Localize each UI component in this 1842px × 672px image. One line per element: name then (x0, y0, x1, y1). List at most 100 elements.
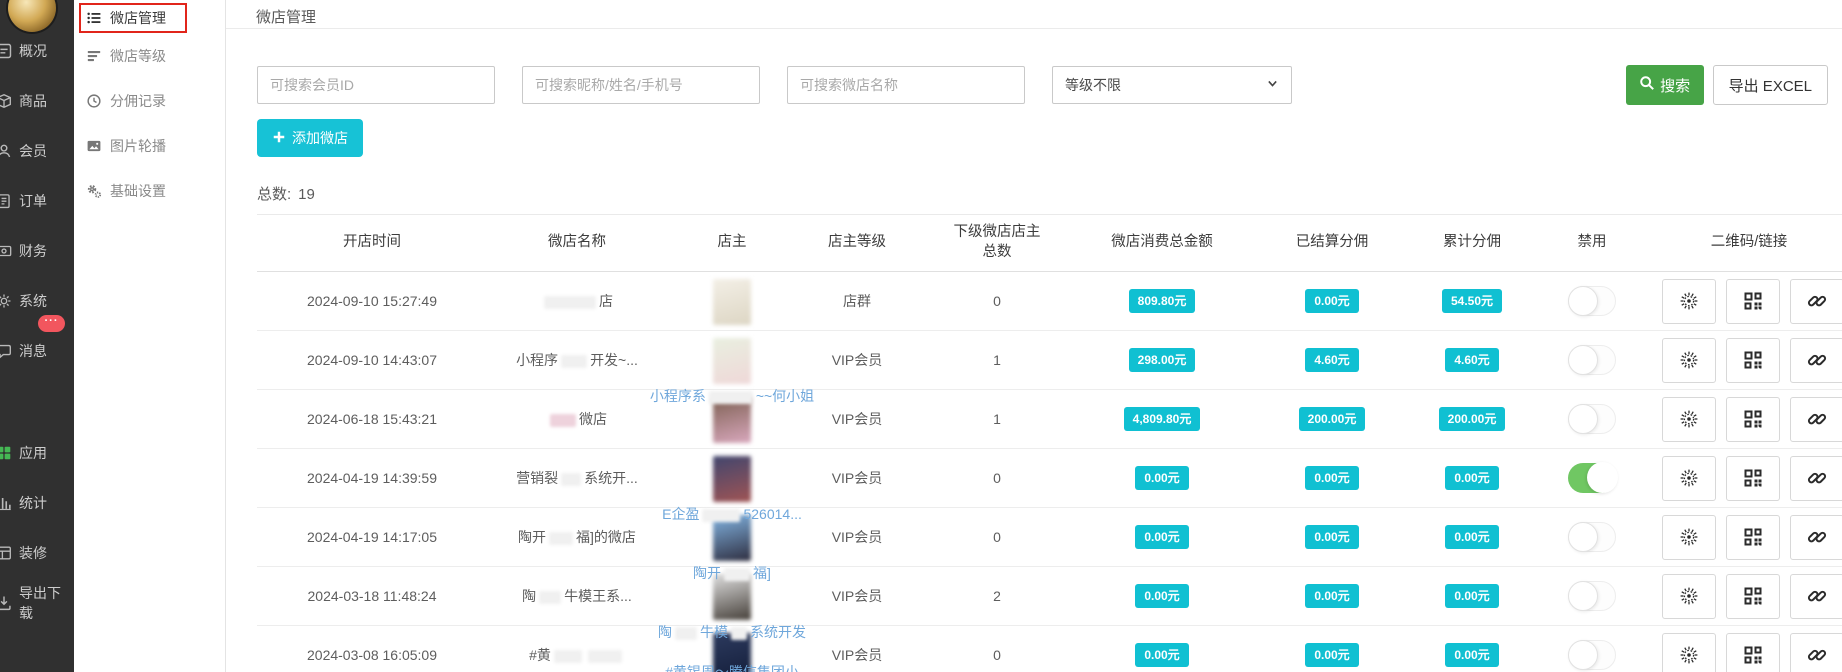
submenu-item-store-level[interactable]: 微店等级 (74, 33, 225, 78)
disable-toggle[interactable] (1568, 463, 1616, 493)
sub-stores-cell: 0 (917, 470, 1077, 486)
redacted-text (724, 568, 750, 581)
sidebar-item-goods[interactable]: 商品 (0, 76, 74, 126)
redacted-text (550, 414, 576, 427)
export-excel-button[interactable]: 导出 EXCEL (1713, 65, 1828, 105)
sidebar-item-export-download[interactable]: 导出下载 (0, 578, 74, 628)
disable-toggle[interactable] (1568, 581, 1616, 611)
sidebar-item-members[interactable]: 会员 (0, 126, 74, 176)
search-button[interactable]: 搜索 (1626, 65, 1704, 105)
sidebar-item-label: 订单 (19, 191, 47, 211)
sidebar-item-overview[interactable]: 概况 (0, 26, 74, 76)
disable-toggle[interactable] (1568, 640, 1616, 670)
miniprogram-code-button[interactable] (1662, 515, 1716, 560)
submenu-item-image-carousel[interactable]: 图片轮播 (74, 123, 225, 168)
owner-link[interactable]: 陶开福] (693, 563, 771, 583)
sidebar-item-apps[interactable]: 应用 (0, 428, 74, 478)
miniprogram-code-button[interactable] (1662, 633, 1716, 672)
copy-link-button[interactable] (1790, 515, 1842, 560)
sidebar-item-finance[interactable]: 财务 (0, 226, 74, 276)
cumulative-commission-cell: 0.00元 (1417, 466, 1527, 490)
submenu-item-store-manage[interactable]: 微店管理 (74, 0, 225, 33)
qr-code-button[interactable] (1726, 338, 1780, 383)
amount-badge: 200.00元 (1439, 407, 1506, 431)
store-row: 2024-03-18 11:48:24陶牛模王系...陶牛模系统开发VIP会员2… (257, 567, 1842, 626)
level-select[interactable]: 等级不限 (1052, 66, 1292, 104)
total-consumption-cell: 298.00元 (1077, 348, 1247, 372)
finance-icon (0, 242, 13, 260)
store-row: 2024-06-18 15:43:21微店VIP会员14,809.80元200.… (257, 390, 1842, 449)
settled-commission-cell: 0.00元 (1247, 466, 1417, 490)
search-icon (1639, 75, 1655, 95)
miniprogram-code-icon (1678, 585, 1700, 607)
qr-code-button[interactable] (1726, 279, 1780, 324)
copy-link-button[interactable] (1790, 574, 1842, 619)
cumulative-commission-cell: 0.00元 (1417, 643, 1527, 667)
cumulative-commission-cell: 200.00元 (1417, 407, 1527, 431)
member-id-input[interactable] (257, 66, 495, 104)
sidebar-item-messages[interactable]: 消息··· (0, 326, 74, 376)
copy-link-button[interactable] (1790, 456, 1842, 501)
amount-badge: 4,809.80元 (1124, 407, 1201, 431)
submenu-item-commission-records[interactable]: 分佣记录 (74, 78, 225, 123)
system-icon (0, 292, 13, 310)
disable-toggle[interactable] (1568, 522, 1616, 552)
store-name-input[interactable] (787, 66, 1025, 104)
miniprogram-code-icon (1678, 290, 1700, 312)
stats-icon (0, 494, 13, 512)
add-store-button[interactable]: 添加微店 (257, 119, 363, 157)
miniprogram-code-button[interactable] (1662, 574, 1716, 619)
total-consumption-cell: 0.00元 (1077, 525, 1247, 549)
settled-commission-cell: 0.00元 (1247, 525, 1417, 549)
nickname-input[interactable] (522, 66, 760, 104)
owner-avatar (713, 456, 751, 502)
qr-code-button[interactable] (1726, 456, 1780, 501)
amount-badge: 0.00元 (1305, 289, 1358, 313)
owner-cell (667, 272, 797, 330)
miniprogram-code-button[interactable] (1662, 456, 1716, 501)
miniprogram-code-button[interactable] (1662, 279, 1716, 324)
actions-cell (1657, 574, 1841, 619)
qr-code-icon (1742, 526, 1764, 548)
sidebar-item-decorate[interactable]: 装修 (0, 528, 74, 578)
miniprogram-code-button[interactable] (1662, 338, 1716, 383)
copy-link-button[interactable] (1790, 338, 1842, 383)
qr-code-button[interactable] (1726, 633, 1780, 672)
miniprogram-code-button[interactable] (1662, 397, 1716, 442)
owner-link[interactable]: 小程序系~~何小姐 (650, 386, 814, 406)
owner-cell: 小程序系~~何小姐 (667, 331, 797, 389)
owner-cell: E企盈526014... (667, 449, 797, 507)
sidebar-item-stats[interactable]: 统计 (0, 478, 74, 528)
sidebar-item-label: 商品 (19, 91, 47, 111)
qr-code-button[interactable] (1726, 515, 1780, 560)
submenu-item-basic-settings[interactable]: 基础设置 (74, 168, 225, 213)
store-row: 2024-04-19 14:39:59营销裂系统开...E企盈526014...… (257, 449, 1842, 508)
amount-badge: 0.00元 (1445, 466, 1498, 490)
copy-link-button[interactable] (1790, 397, 1842, 442)
total-count-label: 总数: (257, 186, 291, 203)
sub-stores-cell: 2 (917, 588, 1077, 604)
qr-code-button[interactable] (1726, 397, 1780, 442)
settled-commission-cell: 0.00元 (1247, 584, 1417, 608)
settled-commission-cell: 0.00元 (1247, 643, 1417, 667)
disable-toggle[interactable] (1568, 345, 1616, 375)
qr-code-button[interactable] (1726, 574, 1780, 619)
disable-toggle[interactable] (1568, 286, 1616, 316)
sub-stores-cell: 0 (917, 529, 1077, 545)
sidebar-item-orders[interactable]: 订单 (0, 176, 74, 226)
redacted-text (702, 509, 740, 522)
owner-link[interactable]: 陶牛模系统开发 (658, 622, 806, 642)
disable-cell (1527, 404, 1657, 434)
miniprogram-code-icon (1678, 408, 1700, 430)
store-row: 2024-03-08 16:05:09#黄#黄锡周～腾信集团小VIP会员00.0… (257, 626, 1842, 672)
copy-link-button[interactable] (1790, 633, 1842, 672)
owner-link[interactable]: #黄锡周～腾信集团小 (665, 662, 799, 672)
settled-commission-cell: 200.00元 (1247, 407, 1417, 431)
sub-stores-cell: 0 (917, 293, 1077, 309)
copy-link-button[interactable] (1790, 279, 1842, 324)
owner-link[interactable]: E企盈526014... (662, 504, 802, 524)
disable-toggle[interactable] (1568, 404, 1616, 434)
total-consumption-cell: 4,809.80元 (1077, 407, 1247, 431)
owner-avatar (713, 338, 751, 384)
export-icon (0, 594, 13, 612)
